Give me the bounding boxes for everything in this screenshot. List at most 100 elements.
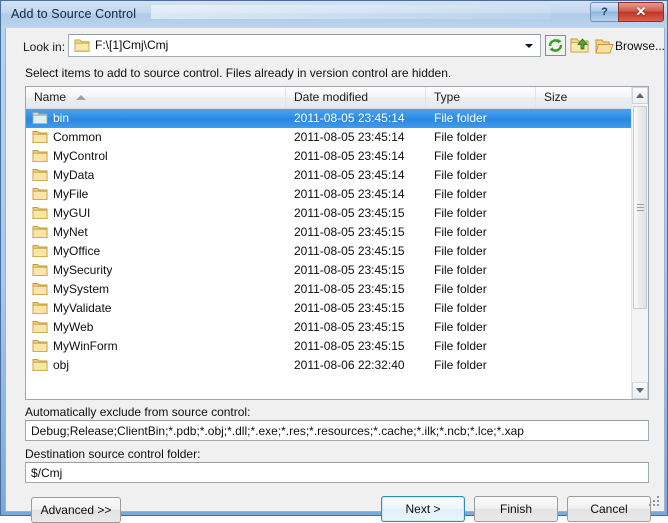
destination-input-value: $/Cmj — [31, 466, 63, 480]
cell-date-modified: 2011-08-05 23:45:15 — [294, 244, 405, 258]
browse-folder-icon[interactable] — [595, 36, 614, 56]
cell-date-modified: 2011-08-05 23:45:14 — [294, 187, 405, 201]
table-row[interactable]: Common 2011-08-05 23:45:14 File folder — [26, 128, 632, 147]
cell-date-modified: 2011-08-05 23:45:15 — [294, 206, 405, 220]
cell-type: File folder — [434, 339, 487, 353]
instruction-text: Select items to add to source control. F… — [25, 66, 452, 80]
table-row[interactable]: MyData 2011-08-05 23:45:14 File folder — [26, 166, 632, 185]
up-one-level-icon[interactable] — [569, 35, 590, 56]
cell-date-modified: 2011-08-05 23:45:15 — [294, 263, 405, 277]
table-row[interactable]: MyNet 2011-08-05 23:45:15 File folder — [26, 223, 632, 242]
destination-field-label: Destination source control folder: — [25, 447, 201, 461]
chevron-down-icon — [636, 388, 644, 393]
table-row[interactable]: MySecurity 2011-08-05 23:45:15 File folder — [26, 261, 632, 280]
folder-icon — [32, 226, 48, 239]
scroll-up-button[interactable] — [632, 87, 648, 104]
cell-type: File folder — [434, 301, 487, 315]
cell-type: File folder — [434, 320, 487, 334]
cell-date-modified: 2011-08-05 23:45:14 — [294, 111, 405, 125]
cell-date-modified: 2011-08-05 23:45:15 — [294, 282, 405, 296]
cell-type: File folder — [434, 244, 487, 258]
next-button[interactable]: Next > — [381, 496, 465, 522]
folder-icon — [32, 264, 48, 277]
folder-icon — [74, 39, 90, 52]
table-row[interactable]: MySystem 2011-08-05 23:45:15 File folder — [26, 280, 632, 299]
table-row[interactable]: MyOffice 2011-08-05 23:45:15 File folder — [26, 242, 632, 261]
exclude-input[interactable]: Debug;Release;ClientBin;*.pdb;*.obj;*.dl… — [25, 420, 649, 441]
column-header-date-modified[interactable]: Date modified — [286, 87, 426, 108]
column-header-name-label: Name — [34, 90, 67, 104]
cell-name: MyData — [53, 168, 95, 182]
cell-name: MyNet — [53, 225, 88, 239]
cell-type: File folder — [434, 206, 487, 220]
folder-icon — [32, 302, 48, 315]
cell-type: File folder — [434, 282, 487, 296]
folder-icon — [32, 112, 48, 125]
cell-type: File folder — [434, 168, 487, 182]
table-row[interactable]: MyControl 2011-08-05 23:45:14 File folder — [26, 147, 632, 166]
folder-icon — [32, 131, 48, 144]
look-in-path-text: F:\[1]Cmj\Cmj — [95, 38, 169, 52]
advanced-button[interactable]: Advanced >> — [31, 497, 121, 523]
scroll-down-button[interactable] — [632, 382, 648, 399]
cell-date-modified: 2011-08-05 23:45:15 — [294, 320, 405, 334]
destination-input[interactable]: $/Cmj — [25, 462, 649, 483]
cell-type: File folder — [434, 263, 487, 277]
dialog-client-area: Look in: F:\[1]Cmj\Cmj Browse... Select … — [5, 28, 665, 523]
table-row[interactable]: MyWeb 2011-08-05 23:45:15 File folder — [26, 318, 632, 337]
sort-ascending-icon — [76, 95, 86, 100]
vertical-scrollbar[interactable] — [631, 87, 648, 399]
folder-icon — [32, 321, 48, 334]
column-header-name[interactable]: Name — [26, 87, 286, 108]
finish-button[interactable]: Finish — [474, 496, 558, 522]
title-bar: Add to Source Control ? ✕ — [1, 1, 667, 28]
scrollbar-grip-icon — [637, 203, 644, 212]
cell-name: Common — [53, 130, 102, 144]
cell-name: MyControl — [53, 149, 108, 163]
cell-name: MyFile — [53, 187, 89, 201]
cell-name: obj — [53, 358, 70, 372]
cell-name: MyValidate — [53, 301, 112, 315]
cell-date-modified: 2011-08-05 23:45:15 — [294, 225, 405, 239]
look-in-combobox[interactable]: F:\[1]Cmj\Cmj — [68, 34, 541, 57]
window-buttons: ? ✕ — [590, 2, 664, 23]
refresh-icon[interactable] — [545, 35, 566, 56]
chevron-up-icon — [636, 93, 644, 98]
cell-date-modified: 2011-08-05 23:45:15 — [294, 339, 405, 353]
close-button[interactable]: ✕ — [618, 2, 664, 22]
cancel-button[interactable]: Cancel — [567, 496, 651, 522]
folder-icon — [32, 169, 48, 182]
help-button[interactable]: ? — [590, 2, 618, 22]
look-in-label: Look in: — [23, 40, 66, 54]
cell-name: MyWeb — [53, 320, 94, 334]
cell-date-modified: 2011-08-05 23:45:15 — [294, 301, 405, 315]
folder-icon — [32, 359, 48, 372]
table-row[interactable]: MyFile 2011-08-05 23:45:14 File folder — [26, 185, 632, 204]
window-title: Add to Source Control — [11, 7, 137, 21]
table-row[interactable]: bin 2011-08-05 23:45:14 File folder — [26, 109, 632, 128]
cell-date-modified: 2011-08-05 23:45:14 — [294, 149, 405, 163]
column-header-size[interactable]: Size — [536, 87, 632, 108]
column-header-type[interactable]: Type — [426, 87, 536, 108]
resize-grip[interactable] — [649, 496, 661, 508]
cell-type: File folder — [434, 225, 487, 239]
title-bar-glare — [151, 5, 551, 19]
cell-name: bin — [53, 111, 70, 125]
cell-name: MySystem — [53, 282, 110, 296]
table-row[interactable]: MyWinForm 2011-08-05 23:45:15 File folder — [26, 337, 632, 356]
file-list-view[interactable]: Name Date modified Type Size bin 2011-08-… — [25, 86, 649, 400]
cell-date-modified: 2011-08-05 23:45:14 — [294, 168, 405, 182]
cell-type: File folder — [434, 111, 487, 125]
dialog-window: Add to Source Control ? ✕ Look in: F:\[1… — [0, 0, 668, 523]
browse-label[interactable]: Browse... — [615, 39, 665, 53]
cell-type: File folder — [434, 358, 487, 372]
scrollbar-thumb[interactable] — [633, 106, 647, 309]
table-row[interactable]: MyGUI 2011-08-05 23:45:15 File folder — [26, 204, 632, 223]
list-rows-container: bin 2011-08-05 23:45:14 File folder Common 2… — [26, 109, 632, 399]
list-header: Name Date modified Type Size — [26, 87, 648, 109]
chevron-down-icon[interactable] — [525, 44, 533, 48]
folder-icon — [32, 188, 48, 201]
table-row[interactable]: MyValidate 2011-08-05 23:45:15 File folder — [26, 299, 632, 318]
table-row[interactable]: obj 2011-08-06 22:32:40 File folder — [26, 356, 632, 375]
exclude-field-label: Automatically exclude from source contro… — [25, 405, 251, 419]
